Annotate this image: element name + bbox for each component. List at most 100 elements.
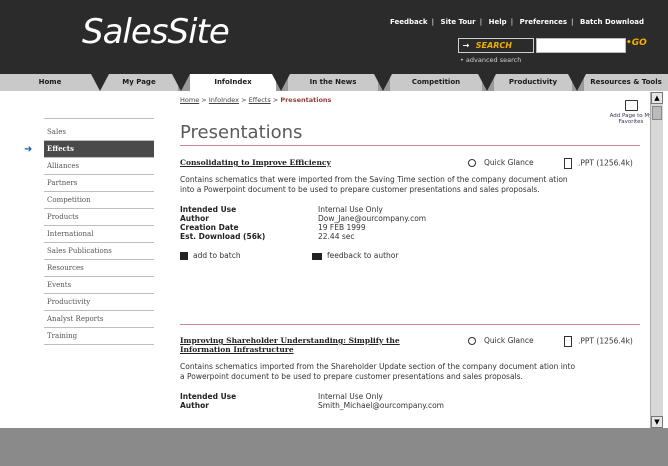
feedback-to-author-button[interactable]: feedback to author <box>312 251 398 260</box>
meta-key: Creation Date <box>180 223 239 232</box>
tab-home[interactable]: Home <box>0 74 100 91</box>
scroll-up-icon[interactable]: ▲ <box>651 92 663 104</box>
meta-value: Smith_Michael@ourcompany.com <box>318 401 444 410</box>
document-icon <box>564 336 572 347</box>
scroll-down-icon[interactable]: ▼ <box>651 416 663 428</box>
search-arrow-icon: → <box>462 41 470 50</box>
meta-key: Author <box>180 214 209 223</box>
feedback-link[interactable]: Feedback <box>390 18 428 26</box>
go-button[interactable]: •GO <box>626 38 647 48</box>
tab-infoindex-label: InfoIndex <box>214 78 252 86</box>
meta-row: Intended Use Internal Use Only <box>180 392 640 401</box>
favorites-icon <box>624 100 638 111</box>
sidebar-item-international[interactable]: International <box>44 226 154 243</box>
tab-in-the-news[interactable]: In the News <box>288 74 378 91</box>
sidebar-item-events[interactable]: Events <box>44 277 154 294</box>
add-to-batch-label: add to batch <box>193 251 241 260</box>
tab-divider <box>478 74 496 91</box>
vertical-scrollbar[interactable]: ▲ ▼ <box>650 92 663 428</box>
tab-divider <box>91 74 109 91</box>
meta-row: Intended Use Internal Use Only <box>180 205 640 214</box>
meta-value: Dow_Jane@ourcompany.com <box>318 214 427 223</box>
meta-row: Creation Date 19 FEB 1999 <box>180 223 640 232</box>
magnifier-icon <box>468 337 476 345</box>
sidebar-item-products[interactable]: Products <box>44 209 154 226</box>
breadcrumb-separator: > <box>201 96 207 104</box>
current-section-arrow-icon: ➜ <box>24 144 33 155</box>
sidebar-top-rule <box>44 118 154 119</box>
sidebar-item-training[interactable]: Training <box>44 328 154 345</box>
tab-divider <box>568 74 586 91</box>
document-title-link[interactable]: Improving Shareholder Understanding: Sim… <box>180 336 440 354</box>
sidebar-item-resources[interactable]: Resources <box>44 260 154 277</box>
breadcrumb: Home > InfoIndex > Effects > Presentatio… <box>180 96 640 104</box>
meta-key: Est. Download (56k) <box>180 232 266 241</box>
meta-key: Intended Use <box>180 205 237 214</box>
meta-key: Intended Use <box>180 392 237 401</box>
batch-download-link[interactable]: Batch Download <box>580 18 644 26</box>
sidebar: Sales Effects Alliances Partners Competi… <box>44 124 154 345</box>
quick-glance-button[interactable]: Quick Glance <box>468 158 534 167</box>
preferences-link[interactable]: Preferences <box>520 18 567 26</box>
tab-my-page[interactable]: My Page <box>100 74 178 91</box>
header-bar: SalesSite Feedback | Site Tour | Help | Pre… <box>0 0 668 74</box>
scroll-thumb[interactable] <box>652 106 662 120</box>
sidebar-item-effects[interactable]: Effects <box>44 141 154 158</box>
breadcrumb-home[interactable]: Home <box>180 96 199 104</box>
go-label: GO <box>631 38 647 48</box>
document-item: Improving Shareholder Understanding: Sim… <box>180 336 640 410</box>
sidebar-item-sales[interactable]: Sales <box>44 124 154 141</box>
add-to-batch-button[interactable]: add to batch <box>180 251 312 260</box>
app-frame: SalesSite Feedback | Site Tour | Help | Pre… <box>0 0 668 466</box>
document-actions: add to batch feedback to author <box>180 251 640 260</box>
sidebar-item-sales-publications[interactable]: Sales Publications <box>44 243 154 260</box>
breadcrumb-separator: > <box>241 96 247 104</box>
title-divider <box>180 145 640 146</box>
document-meta: Intended Use Internal Use Only Author Smit… <box>180 392 640 410</box>
advanced-search-label: advanced search <box>465 56 522 64</box>
sidebar-item-analyst-reports[interactable]: Analyst Reports <box>44 311 154 328</box>
breadcrumb-separator: > <box>272 96 279 104</box>
document-description: Contains schematics that were imported f… <box>180 175 568 194</box>
tab-resources-tools[interactable]: Resources & Tools <box>584 74 668 91</box>
sidebar-item-competition[interactable]: Competition <box>44 192 154 209</box>
tab-productivity-label: Productivity <box>508 78 558 86</box>
tab-competition-label: Competition <box>411 78 461 86</box>
breadcrumb-effects[interactable]: Effects <box>249 96 271 104</box>
ppt-download-label: .PPT (1256.4k) <box>578 336 633 346</box>
advanced-search-link[interactable]: • advanced search <box>460 56 521 64</box>
document-meta: Intended Use Internal Use Only Author Dow_… <box>180 205 640 241</box>
tab-competition[interactable]: Competition <box>390 74 482 91</box>
site-tour-link[interactable]: Site Tour <box>441 18 476 26</box>
search-input[interactable] <box>536 38 626 53</box>
main-nav: Home My Page InfoIndex In the News Compe… <box>0 74 668 91</box>
meta-value: 22.44 sec <box>318 232 355 241</box>
sidebar-item-productivity[interactable]: Productivity <box>44 294 154 311</box>
ppt-download-link[interactable]: .PPT (1256.4k) <box>564 158 633 169</box>
meta-value: 19 FEB 1999 <box>318 223 366 232</box>
tab-divider <box>172 74 190 91</box>
ppt-download-link[interactable]: .PPT (1256.4k) <box>564 336 633 347</box>
main-content: Home > InfoIndex > Effects > Presentatio… <box>180 96 652 410</box>
tab-divider <box>374 74 392 91</box>
sidebar-item-alliances[interactable]: Alliances <box>44 158 154 175</box>
tab-my-page-label: My Page <box>122 78 156 86</box>
document-description: Contains schematics imported from the Sh… <box>180 362 576 381</box>
search-button[interactable]: → SEARCH <box>458 38 534 53</box>
tab-infoindex[interactable]: InfoIndex <box>190 74 276 91</box>
add-to-favorites-button[interactable]: Add Page to My Favorites <box>608 100 654 125</box>
quick-glance-button[interactable]: Quick Glance <box>468 336 534 345</box>
document-item: Consolidating to Improve Efficiency Quic… <box>180 158 640 260</box>
tab-home-label: Home <box>38 78 62 86</box>
meta-row: Author Dow_Jane@ourcompany.com <box>180 214 640 223</box>
tab-productivity[interactable]: Productivity <box>494 74 572 91</box>
sidebar-item-partners[interactable]: Partners <box>44 175 154 192</box>
breadcrumb-infoindex[interactable]: InfoIndex <box>209 96 239 104</box>
document-title-link[interactable]: Consolidating to Improve Efficiency <box>180 158 440 167</box>
help-link[interactable]: Help <box>489 18 507 26</box>
site-logo[interactable]: SalesSite <box>82 12 230 52</box>
meta-key: Author <box>180 401 209 410</box>
meta-value: Internal Use Only <box>318 205 383 214</box>
envelope-icon <box>312 252 322 260</box>
meta-row: Author Smith_Michael@ourcompany.com <box>180 401 640 410</box>
